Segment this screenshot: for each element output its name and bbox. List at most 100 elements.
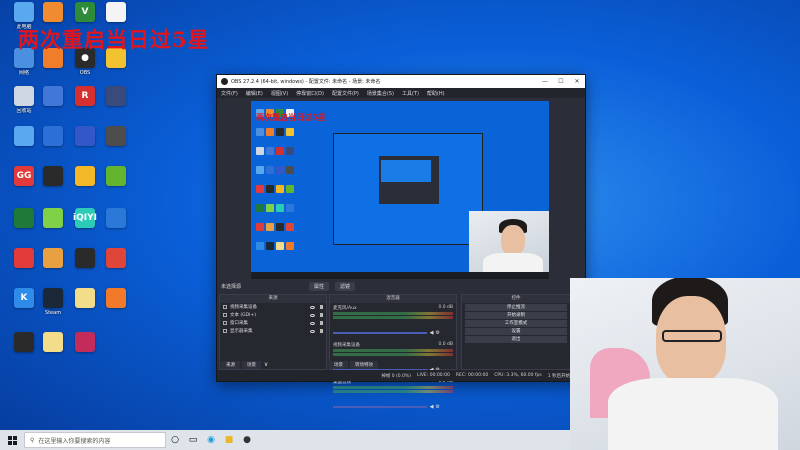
desktop-icon[interactable] [100,48,132,88]
channel-db: 0.0 dB [438,305,453,310]
desktop-icon[interactable]: GG [8,166,40,206]
desktop-icon[interactable] [37,208,69,248]
lock-icon[interactable] [320,329,323,333]
desktop-icon[interactable] [100,126,132,166]
obs-logo-icon [221,78,228,85]
app-icon [75,332,95,352]
menu-item[interactable]: 编辑(E) [246,90,263,97]
control-button[interactable]: 设置 [465,328,567,335]
menu-item[interactable]: 工具(T) [402,90,419,97]
speaker-icon[interactable]: ◀ [430,404,434,410]
desktop-icon[interactable]: iQIYI [69,208,101,248]
properties-button[interactable]: 属性 [308,282,329,291]
desktop-icon[interactable] [69,288,101,328]
desktop-icon[interactable] [37,248,69,288]
gear-icon[interactable]: ⚙ [435,330,439,336]
source-row[interactable]: 视频采集设备 [220,303,326,311]
status-live: LIVE: 00:00:00 [417,373,450,378]
volume-slider[interactable] [333,406,427,408]
desktop-icon[interactable]: K [8,288,40,328]
desktop-icon[interactable] [69,126,101,166]
obs-preview-canvas[interactable]: 两次重启当日过5星 [251,101,549,279]
app-icon [106,288,126,308]
menu-item[interactable]: 场景集合(S) [367,90,394,97]
desktop-icon[interactable] [69,166,101,206]
multitask-icon[interactable]: ▭ [184,430,202,450]
dock-tabs: 来源 场景 [221,361,261,369]
desktop-icon[interactable] [100,86,132,126]
desktop-icon[interactable] [100,208,132,248]
eye-icon[interactable] [310,305,315,309]
eye-icon[interactable] [310,321,315,325]
lock-icon[interactable] [320,305,323,309]
desktop-icon[interactable] [37,86,69,126]
desktop-icon[interactable] [37,166,69,206]
desktop-icon[interactable] [8,248,40,288]
desktop-icon-label [96,230,136,242]
app-icon [14,86,34,106]
app-icon [106,86,126,106]
eye-icon[interactable] [310,329,315,333]
control-button[interactable]: 停止推流 [465,304,567,311]
close-icon[interactable]: ✕ [569,78,585,85]
source-row[interactable]: 显示器采集 [220,327,326,335]
desktop-icon[interactable] [37,48,69,88]
desktop-icon[interactable]: 回收站 [8,86,40,126]
desktop-icon[interactable] [100,248,132,288]
preview-mini-icon [286,147,294,155]
desktop-icon-label [65,354,105,366]
file-explorer-icon[interactable]: ■ [220,430,238,450]
source-row[interactable]: 窗口采集 [220,319,326,327]
menu-item[interactable]: 停靠窗口(D) [296,90,324,97]
desktop-icon[interactable]: 网络 [8,48,40,88]
gear-icon[interactable]: ⚙ [435,404,439,410]
source-type-icon [223,329,227,333]
source-row[interactable]: 文本 (GDI+) [220,311,326,319]
app-icon [43,332,63,352]
lock-icon[interactable] [320,321,323,325]
desktop-icon[interactable] [8,208,40,248]
lock-icon[interactable] [320,313,323,317]
obs-taskbar-icon[interactable]: ● [238,430,256,450]
volume-meter [333,390,453,393]
volume-slider[interactable] [333,332,427,334]
preview-nested-screen [333,133,483,245]
tab-scenes[interactable]: 场景 [242,361,261,369]
tab-sources[interactable]: 来源 [221,361,240,369]
menu-item[interactable]: 帮助(H) [427,90,445,97]
preview-mini-icon [276,147,284,155]
menu-item[interactable]: 文件(F) [221,90,238,97]
desktop-icon[interactable] [100,288,132,328]
desktop-icon[interactable] [37,332,69,372]
menu-item[interactable]: 配置文件(P) [332,90,359,97]
desktop-icon[interactable] [37,126,69,166]
task-view-icon[interactable]: ○ [166,430,184,450]
app-icon [43,86,63,106]
start-button[interactable] [0,430,24,450]
desktop-icon[interactable] [69,248,101,288]
tab-scenes-2[interactable]: 场景 [329,361,348,369]
desktop-icon[interactable] [8,332,40,372]
speaker-icon[interactable]: ◀ [430,330,434,336]
search-box[interactable]: ⚲ 在这里输入你要搜索的内容 [24,432,166,448]
maximize-icon[interactable]: ☐ [553,78,569,85]
preview-mini-icon [286,185,294,193]
filters-button[interactable]: 滤镜 [334,282,355,291]
desktop-icon[interactable]: Steam [37,288,69,328]
desktop-icon[interactable] [100,166,132,206]
desktop-icon[interactable] [8,126,40,166]
edge-icon[interactable]: ◉ [202,430,220,450]
control-button[interactable]: 退出 [465,336,567,343]
move-down-icon[interactable]: ∨ [264,361,268,368]
preview-mini-icon [286,204,294,212]
minimize-icon[interactable]: — [537,78,553,85]
menu-item[interactable]: 视图(V) [271,90,288,97]
control-button[interactable]: 工作室模式 [465,320,567,327]
eye-icon[interactable] [310,313,315,317]
tab-transitions[interactable]: 转场特效 [350,361,378,369]
desktop-icon[interactable] [69,332,101,372]
desktop-icon[interactable]: R [69,86,101,126]
control-button[interactable]: 开始录制 [465,312,567,319]
desktop-icon[interactable]: ● OBS [69,48,101,88]
preview-mini-icon [286,166,294,174]
